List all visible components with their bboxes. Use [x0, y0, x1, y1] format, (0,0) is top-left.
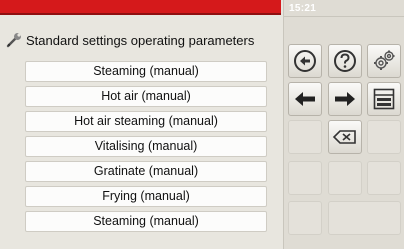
delete-button[interactable]	[328, 120, 362, 154]
empty-slot	[328, 161, 362, 195]
settings-button[interactable]	[367, 44, 401, 78]
program-menu: Steaming (manual) Hot air (manual) Hot a…	[25, 61, 267, 236]
page-title: Standard settings operating parameters	[26, 32, 255, 48]
settings-icon	[374, 50, 395, 70]
menu-item-gratinate[interactable]: Gratinate (manual)	[25, 161, 267, 182]
empty-slot	[288, 161, 322, 195]
menu-item-hot-air[interactable]: Hot air (manual)	[25, 86, 267, 107]
help-button[interactable]	[328, 44, 362, 78]
clock: 15:21	[289, 3, 317, 14]
arrow-right-icon	[335, 92, 355, 106]
empty-slot	[328, 201, 401, 235]
arrow-left-icon	[295, 92, 315, 106]
menu-item-steaming-2[interactable]: Steaming (manual)	[25, 211, 267, 232]
back-icon	[294, 50, 316, 72]
save-icon	[373, 88, 395, 110]
status-bar	[0, 0, 281, 15]
back-button[interactable]	[288, 44, 322, 78]
main-panel: Standard settings operating parameters S…	[0, 0, 283, 249]
wrench-icon	[4, 30, 24, 50]
save-button[interactable]	[367, 82, 401, 116]
divider	[284, 16, 404, 17]
menu-item-vitalising[interactable]: Vitalising (manual)	[25, 136, 267, 157]
control-panel: 15:21	[283, 0, 404, 249]
next-button[interactable]	[328, 82, 362, 116]
page-header: Standard settings operating parameters	[0, 29, 283, 51]
help-icon	[334, 50, 356, 72]
menu-item-steaming[interactable]: Steaming (manual)	[25, 61, 267, 82]
menu-item-frying[interactable]: Frying (manual)	[25, 186, 267, 207]
empty-slot	[288, 201, 322, 235]
empty-slot	[367, 120, 401, 154]
empty-slot	[288, 120, 322, 154]
menu-item-hot-air-steaming[interactable]: Hot air steaming (manual)	[25, 111, 267, 132]
backspace-icon	[332, 130, 356, 144]
previous-button[interactable]	[288, 82, 322, 116]
empty-slot	[367, 161, 401, 195]
